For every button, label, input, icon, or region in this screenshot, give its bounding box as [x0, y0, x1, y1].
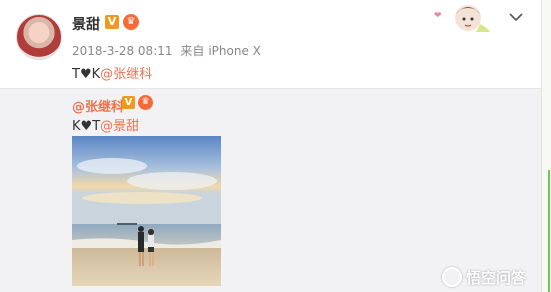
accent-line [548, 170, 550, 292]
post-meta: 2018-3-28 08:11 来自 iPhone X [72, 42, 265, 59]
repost-crown-icon: ♛ [138, 95, 153, 110]
avatar[interactable] [16, 14, 62, 60]
source-prefix: 来自 [180, 44, 205, 58]
beach-photo[interactable] [72, 136, 221, 286]
source-device: iPhone X [208, 44, 261, 58]
repost-mention-link[interactable]: @景甜 [100, 119, 139, 134]
svg-text:❤: ❤ [434, 11, 442, 21]
repost-author[interactable]: @张继科 [72, 96, 124, 115]
repost-text-prefix: K [72, 119, 81, 134]
post-text: T♥K@张继科 [72, 63, 152, 82]
wukong-logo-icon [442, 267, 462, 287]
post-timestamp[interactable]: 2018-3-28 08:11 [72, 44, 173, 58]
author-name[interactable]: 景甜 [72, 14, 100, 34]
repost-vip-badge: V [122, 96, 135, 109]
text-mid: K [91, 67, 101, 82]
repost-text: K♥T@景甜 [72, 115, 139, 134]
post-header: 景甜 V ♛ 2018-3-28 08:11 来自 iPhone X T♥K@张继… [0, 0, 551, 88]
chevron-down-icon[interactable] [509, 12, 523, 22]
heart-glyph: ♥ [79, 67, 92, 82]
sticker-decoration-icon: ❤ [434, 5, 490, 32]
repost-heart-glyph: ♥ [80, 119, 93, 134]
mention-link[interactable]: @张继科 [100, 67, 152, 82]
right-scroll-edge [541, 0, 551, 292]
text-prefix: T [72, 67, 80, 82]
vip-badge: V [105, 15, 119, 29]
watermark-label: 悟空问答 [466, 268, 527, 287]
repost-text-mid: T [92, 119, 101, 134]
watermark: 悟空问答 [442, 265, 526, 289]
crown-icon: ♛ [123, 14, 139, 30]
repost-card[interactable]: @张继科 V ♛ K♥T@景甜 [0, 88, 541, 292]
